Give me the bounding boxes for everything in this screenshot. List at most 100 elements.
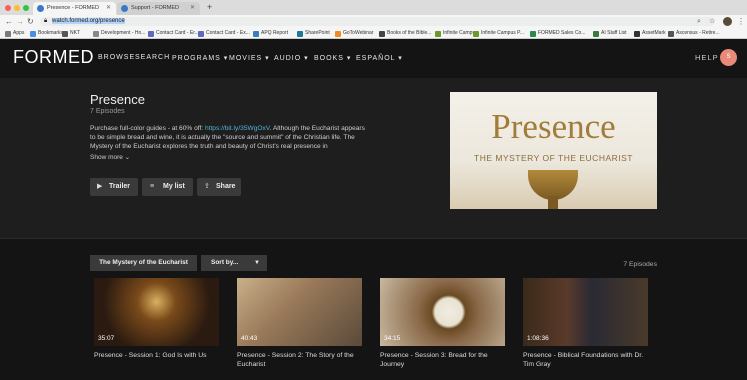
bookmark-label: Apps [13, 30, 25, 36]
bookmark-item[interactable]: Development - Ho... [93, 29, 145, 38]
nav-movies[interactable]: MOVIES ▾ [229, 54, 270, 62]
bookmark-favicon-icon [62, 31, 68, 37]
formed-favicon-icon [37, 5, 44, 12]
nav-audio[interactable]: AUDIO ▾ [274, 54, 309, 62]
bookmarks-bar: Apps Bookmarks NKT Development - Ho... Conta… [0, 28, 747, 39]
bookmark-favicon-icon [473, 31, 479, 37]
bookmark-item[interactable]: Infinite Campus P... [473, 29, 524, 38]
season-selector[interactable]: The Mystery of the Eucharist [90, 255, 197, 271]
poster-wordmark: Presence [491, 107, 616, 146]
bookmark-label: Ascensus - Retire... [676, 30, 720, 36]
share-button[interactable]: ⇪ Share [197, 178, 241, 196]
trailer-label: Trailer [109, 183, 131, 190]
close-window-icon[interactable] [5, 5, 11, 11]
bookmark-item[interactable]: AssetMark [634, 29, 666, 38]
tab-support[interactable]: Support - FORMED ✕ [117, 2, 200, 15]
menu-icon[interactable]: ⋮ [737, 17, 745, 26]
new-tab-button[interactable]: + [207, 2, 212, 13]
bookmark-item[interactable]: Infinite Campus [435, 29, 478, 38]
bookmark-item[interactable]: SharePoint [297, 29, 330, 38]
share-icon: ⇪ [204, 183, 210, 190]
episode-title[interactable]: Presence - Biblical Foundations with Dr.… [523, 351, 648, 369]
bookmark-favicon-icon [198, 31, 204, 37]
zoom-icon[interactable]: ⌕ [697, 17, 701, 26]
bookmark-label: Development - Ho... [101, 30, 146, 36]
browser-tab-bar: Presence - FORMED ✕ Support - FORMED ✕ + [0, 0, 747, 15]
bookmark-label: Contact Card - Er... [156, 30, 199, 36]
user-avatar[interactable]: S [720, 49, 737, 66]
section-divider [0, 238, 747, 239]
poster-subtitle: THE MYSTERY OF THE EUCHARIST [474, 153, 633, 163]
back-icon[interactable]: ← [5, 17, 13, 26]
bookmark-item[interactable]: AI Staff List [593, 29, 626, 38]
help-link[interactable]: HELP [695, 53, 719, 62]
bookmark-item[interactable]: Contact Card - Ex... [198, 29, 250, 38]
sort-dropdown[interactable]: Sort by... ▼ [201, 255, 267, 271]
nav-browse[interactable]: BROWSE [98, 54, 135, 61]
season-episode-count: 7 Episodes [623, 261, 657, 268]
bookmark-favicon-icon [253, 31, 259, 37]
bookmark-favicon-icon [634, 31, 640, 37]
nav-programs[interactable]: PROGRAMS ▾ [172, 54, 228, 62]
maximize-window-icon[interactable] [23, 5, 29, 11]
add-to-list-icon: ≡ [150, 183, 155, 190]
play-icon: ▶ [97, 183, 103, 190]
minimize-window-icon[interactable] [14, 5, 20, 11]
guide-link[interactable]: https://bit.ly/35WgOxV [205, 125, 270, 132]
trailer-button[interactable]: ▶ Trailer [90, 178, 138, 196]
profile-avatar[interactable] [723, 17, 732, 26]
site-header: FORMED BROWSE SEARCH PROGRAMS ▾ MOVIES ▾… [0, 39, 747, 78]
bookmark-label: Books of the Bible... [387, 30, 432, 36]
chalice-stem [548, 196, 558, 209]
tab-label: Support - FORMED [131, 5, 179, 11]
episode-title[interactable]: Presence - Session 3: Bread for the Jour… [380, 351, 505, 369]
sort-label: Sort by... [211, 259, 239, 266]
bookmark-favicon-icon [335, 31, 341, 37]
bookmark-star-icon[interactable]: ☆ [709, 17, 715, 26]
bookmark-item[interactable]: GoToWebinar [335, 29, 373, 38]
bookmark-item[interactable]: FORMED Sales Co... [530, 29, 586, 38]
formed-logo[interactable]: FORMED [13, 47, 94, 68]
bookmark-label: FORMED Sales Co... [538, 30, 586, 36]
bookmark-label: NKT [70, 30, 80, 36]
formed-favicon-icon [121, 5, 128, 12]
bookmark-item[interactable]: Apps [5, 29, 24, 38]
show-more-toggle[interactable]: Show more ⌄ [90, 153, 130, 161]
share-label: Share [216, 183, 236, 190]
address-bar[interactable]: 🔒︎ watch.formed.org/presence [40, 17, 715, 26]
episode-duration: 34:15 [384, 335, 401, 342]
episode-duration: 35:07 [98, 335, 115, 342]
bookmark-item[interactable]: Ascensus - Retire... [668, 29, 720, 38]
close-tab-icon[interactable]: ✕ [106, 2, 111, 15]
episode-duration: 40:43 [241, 335, 258, 342]
bookmark-favicon-icon [30, 31, 36, 37]
tab-presence[interactable]: Presence - FORMED ✕ [33, 2, 116, 15]
episode-title[interactable]: Presence - Session 2: The Story of the E… [237, 351, 362, 369]
bookmark-label: Bookmarks [38, 30, 64, 36]
my-list-button[interactable]: ≡ My list [142, 178, 193, 196]
bookmark-item[interactable]: Bookmarks [30, 29, 63, 38]
program-description: Purchase full-color guides - at 60% off:… [90, 124, 368, 150]
browser-toolbar: ← → ↻ 🔒︎ watch.formed.org/presence ⌕ ☆ ⋮ [0, 15, 747, 28]
close-tab-icon[interactable]: ✕ [190, 2, 195, 15]
nav-espanol[interactable]: ESPAÑOL ▾ [356, 54, 403, 62]
forward-icon[interactable]: → [16, 17, 24, 26]
program-hero: Presence 7 Episodes Purchase full-color … [0, 78, 747, 238]
reload-icon[interactable]: ↻ [27, 17, 34, 26]
bookmark-favicon-icon [5, 31, 11, 37]
episode-duration: 1:08:36 [527, 335, 549, 342]
episode-title[interactable]: Presence - Session 1: God Is with Us [94, 351, 219, 360]
bookmark-item[interactable]: NKT [62, 29, 80, 38]
bookmark-item[interactable]: Books of the Bible... [379, 29, 431, 38]
bookmark-item[interactable]: Contact Card - Er... [148, 29, 199, 38]
bookmark-label: APQ Report [261, 30, 288, 36]
bookmark-label: AI Staff List [601, 30, 627, 36]
bookmark-favicon-icon [668, 31, 674, 37]
nav-books[interactable]: BOOKS ▾ [314, 54, 351, 62]
bookmark-item[interactable]: APQ Report [253, 29, 288, 38]
tab-label: Presence - FORMED [47, 5, 99, 11]
bookmark-favicon-icon [435, 31, 441, 37]
bookmark-favicon-icon [593, 31, 599, 37]
my-list-label: My list [163, 183, 185, 190]
nav-search[interactable]: SEARCH [135, 54, 170, 61]
